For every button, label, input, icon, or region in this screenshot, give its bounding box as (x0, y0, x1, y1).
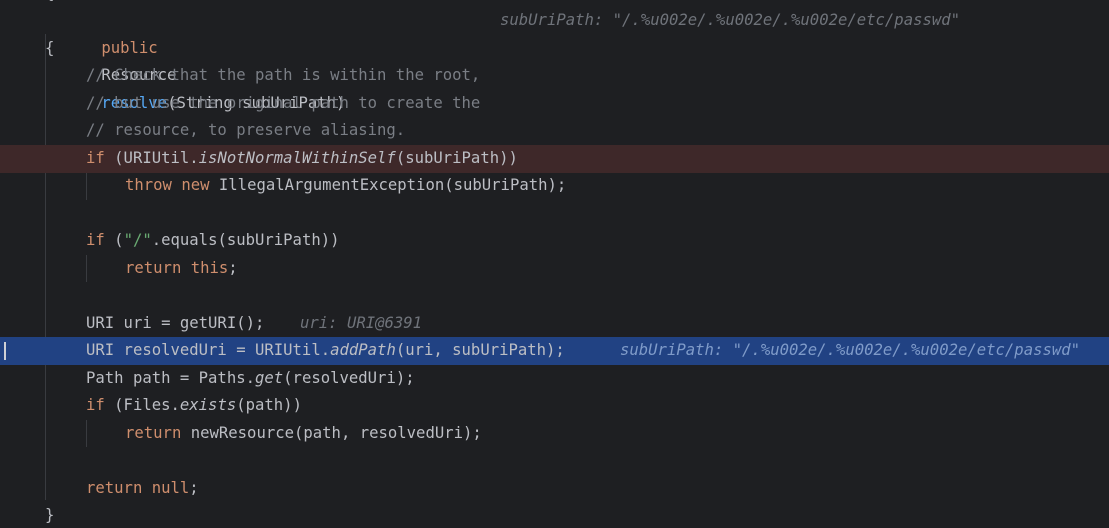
code-text: URI resolvedUri = URIUtil. (86, 341, 331, 359)
code-line-breakpoint[interactable]: if (URIUtil.isNotNormalWithinSelf(subUri… (0, 145, 1109, 173)
code-text: IllegalArgumentException(subUriPath); (209, 176, 567, 194)
inline-debug-hint: subUriPath: "/.%u002e/.%u002e/.%u002e/et… (500, 11, 961, 29)
method-call: isNotNormalWithinSelf (198, 149, 396, 167)
code-line-comment-3[interactable]: // resource, to preserve aliasing. (0, 117, 1109, 145)
comment-text: // but use the original path to create t… (86, 94, 481, 112)
code-text: .equals(subUriPath)) (151, 231, 340, 249)
open-brace: { (45, 39, 55, 57)
code-text: Path path = Paths. (86, 369, 255, 387)
code-line-comment-1[interactable]: // Check that the path is within the roo… (0, 62, 1109, 90)
code-text: ; (189, 479, 199, 497)
code-line-throw[interactable]: throw new IllegalArgumentException(subUr… (0, 172, 1109, 200)
code-line-uri[interactable]: URI uri = getURI(); uri: URI@6391 (0, 310, 1109, 338)
code-line-signature[interactable]: public Resource resolve(String subUriPat… (0, 7, 1109, 112)
code-line-if-equals[interactable]: if ("/".equals(subUriPath)) (0, 227, 1109, 255)
inline-debug-hint: subUriPath: "/.%u002e/.%u002e/.%u002e/et… (620, 341, 1081, 359)
code-text: (Files. (104, 396, 180, 414)
comment-text: // Check that the path is within the roo… (86, 66, 481, 84)
keyword-new: new (181, 176, 210, 194)
code-text: URI uri = getURI(); (86, 314, 265, 332)
code-text: (URIUtil. (104, 149, 199, 167)
keyword-return: return (125, 259, 182, 277)
code-text: (resolvedUri); (283, 369, 415, 387)
text-caret (4, 342, 6, 360)
close-brace: } (45, 506, 55, 524)
keyword-return: return (86, 479, 143, 497)
method-call: get (255, 369, 284, 387)
keyword-if: if (86, 231, 105, 249)
keyword-null: null (151, 479, 190, 497)
code-editor[interactable]: { public Resource resolve(String subUriP… (0, 0, 1109, 528)
code-text: ( (104, 231, 124, 249)
code-line-return-this[interactable]: return this; (0, 255, 1109, 283)
keyword-if: if (86, 396, 105, 414)
code-line-close-brace[interactable]: } (0, 502, 1109, 528)
code-text: ; (228, 259, 238, 277)
code-text: newResource(path, resolvedUri); (181, 424, 482, 442)
keyword-return: return (125, 424, 182, 442)
code-text: (uri, subUriPath); (395, 341, 565, 359)
code-line-return-null[interactable]: return null; (0, 475, 1109, 503)
keyword-throw: throw (125, 176, 172, 194)
comment-text: // resource, to preserve aliasing. (86, 121, 406, 139)
keyword-if: if (86, 149, 105, 167)
code-line-path[interactable]: Path path = Paths.get(resolvedUri); (0, 365, 1109, 393)
code-text: (subUriPath)) (395, 149, 518, 167)
string-literal: "/" (123, 231, 152, 249)
method-call: addPath (330, 341, 396, 359)
code-line-current-execution[interactable]: URI resolvedUri = URIUtil.addPath(uri, s… (0, 337, 1109, 365)
code-text: (path)) (236, 396, 302, 414)
method-call: exists (179, 396, 237, 414)
keyword-this: this (190, 259, 229, 277)
code-line-comment-2[interactable]: // but use the original path to create t… (0, 90, 1109, 118)
inline-debug-hint: uri: URI@6391 (300, 314, 423, 332)
code-line-if-exists[interactable]: if (Files.exists(path)) (0, 392, 1109, 420)
code-line-return-resource[interactable]: return newResource(path, resolvedUri); (0, 420, 1109, 448)
code-line-open-brace[interactable]: { (0, 35, 1109, 63)
